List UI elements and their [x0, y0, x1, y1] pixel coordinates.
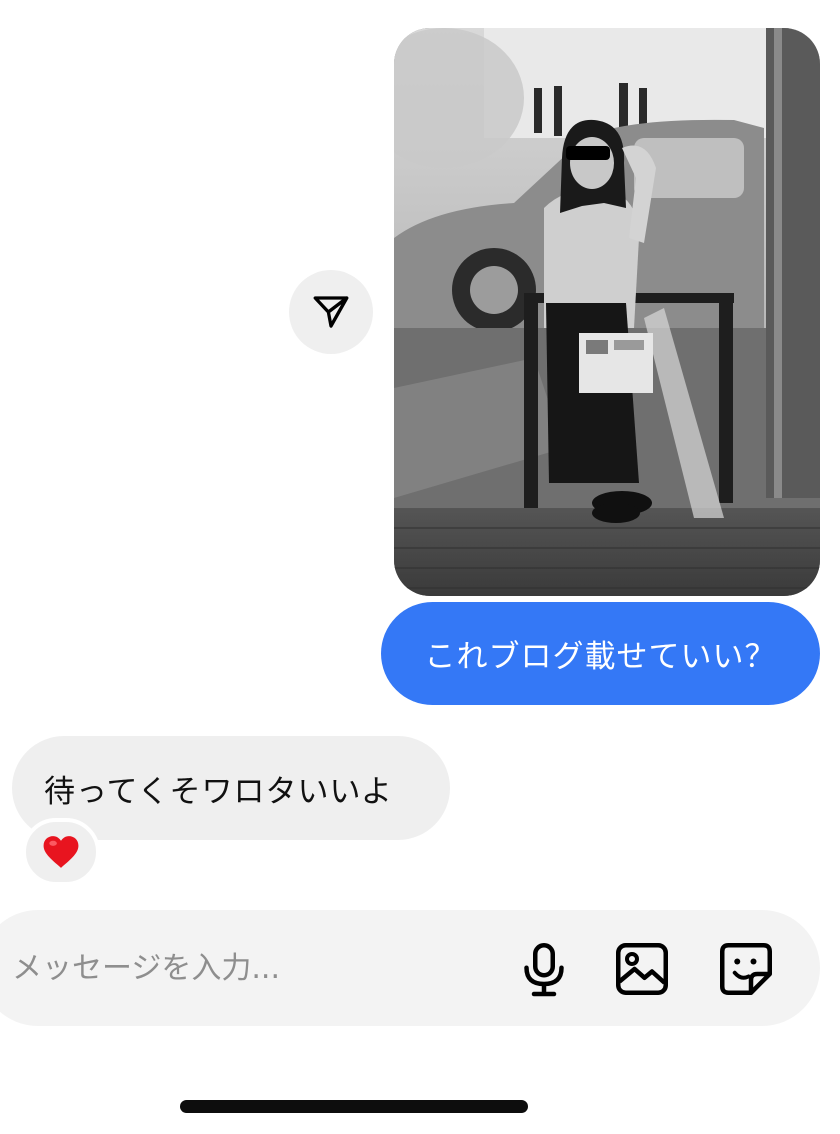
- gallery-button[interactable]: [609, 936, 675, 1002]
- share-button[interactable]: [289, 270, 373, 354]
- microphone-icon: [524, 943, 564, 997]
- message-reaction[interactable]: [22, 818, 100, 886]
- paper-plane-icon: [313, 296, 349, 328]
- chat-screen: これブログ載せていい？ 待ってくそワロタいいよ: [0, 0, 840, 1134]
- street-photo-image: [394, 28, 820, 596]
- image-icon: [616, 943, 668, 995]
- microphone-button[interactable]: [511, 936, 577, 1002]
- sent-photo[interactable]: [394, 28, 820, 596]
- outgoing-message-bubble[interactable]: これブログ載せていい？: [381, 602, 820, 705]
- heart-emoji-icon: [43, 836, 79, 868]
- sticker-icon: [720, 943, 772, 995]
- home-indicator[interactable]: [180, 1100, 528, 1113]
- sticker-button[interactable]: [713, 936, 779, 1002]
- message-input[interactable]: [12, 936, 492, 1000]
- outgoing-message-text: これブログ載せていい？: [424, 639, 777, 675]
- incoming-message-text: 待ってくそワロタいいよ: [44, 773, 393, 810]
